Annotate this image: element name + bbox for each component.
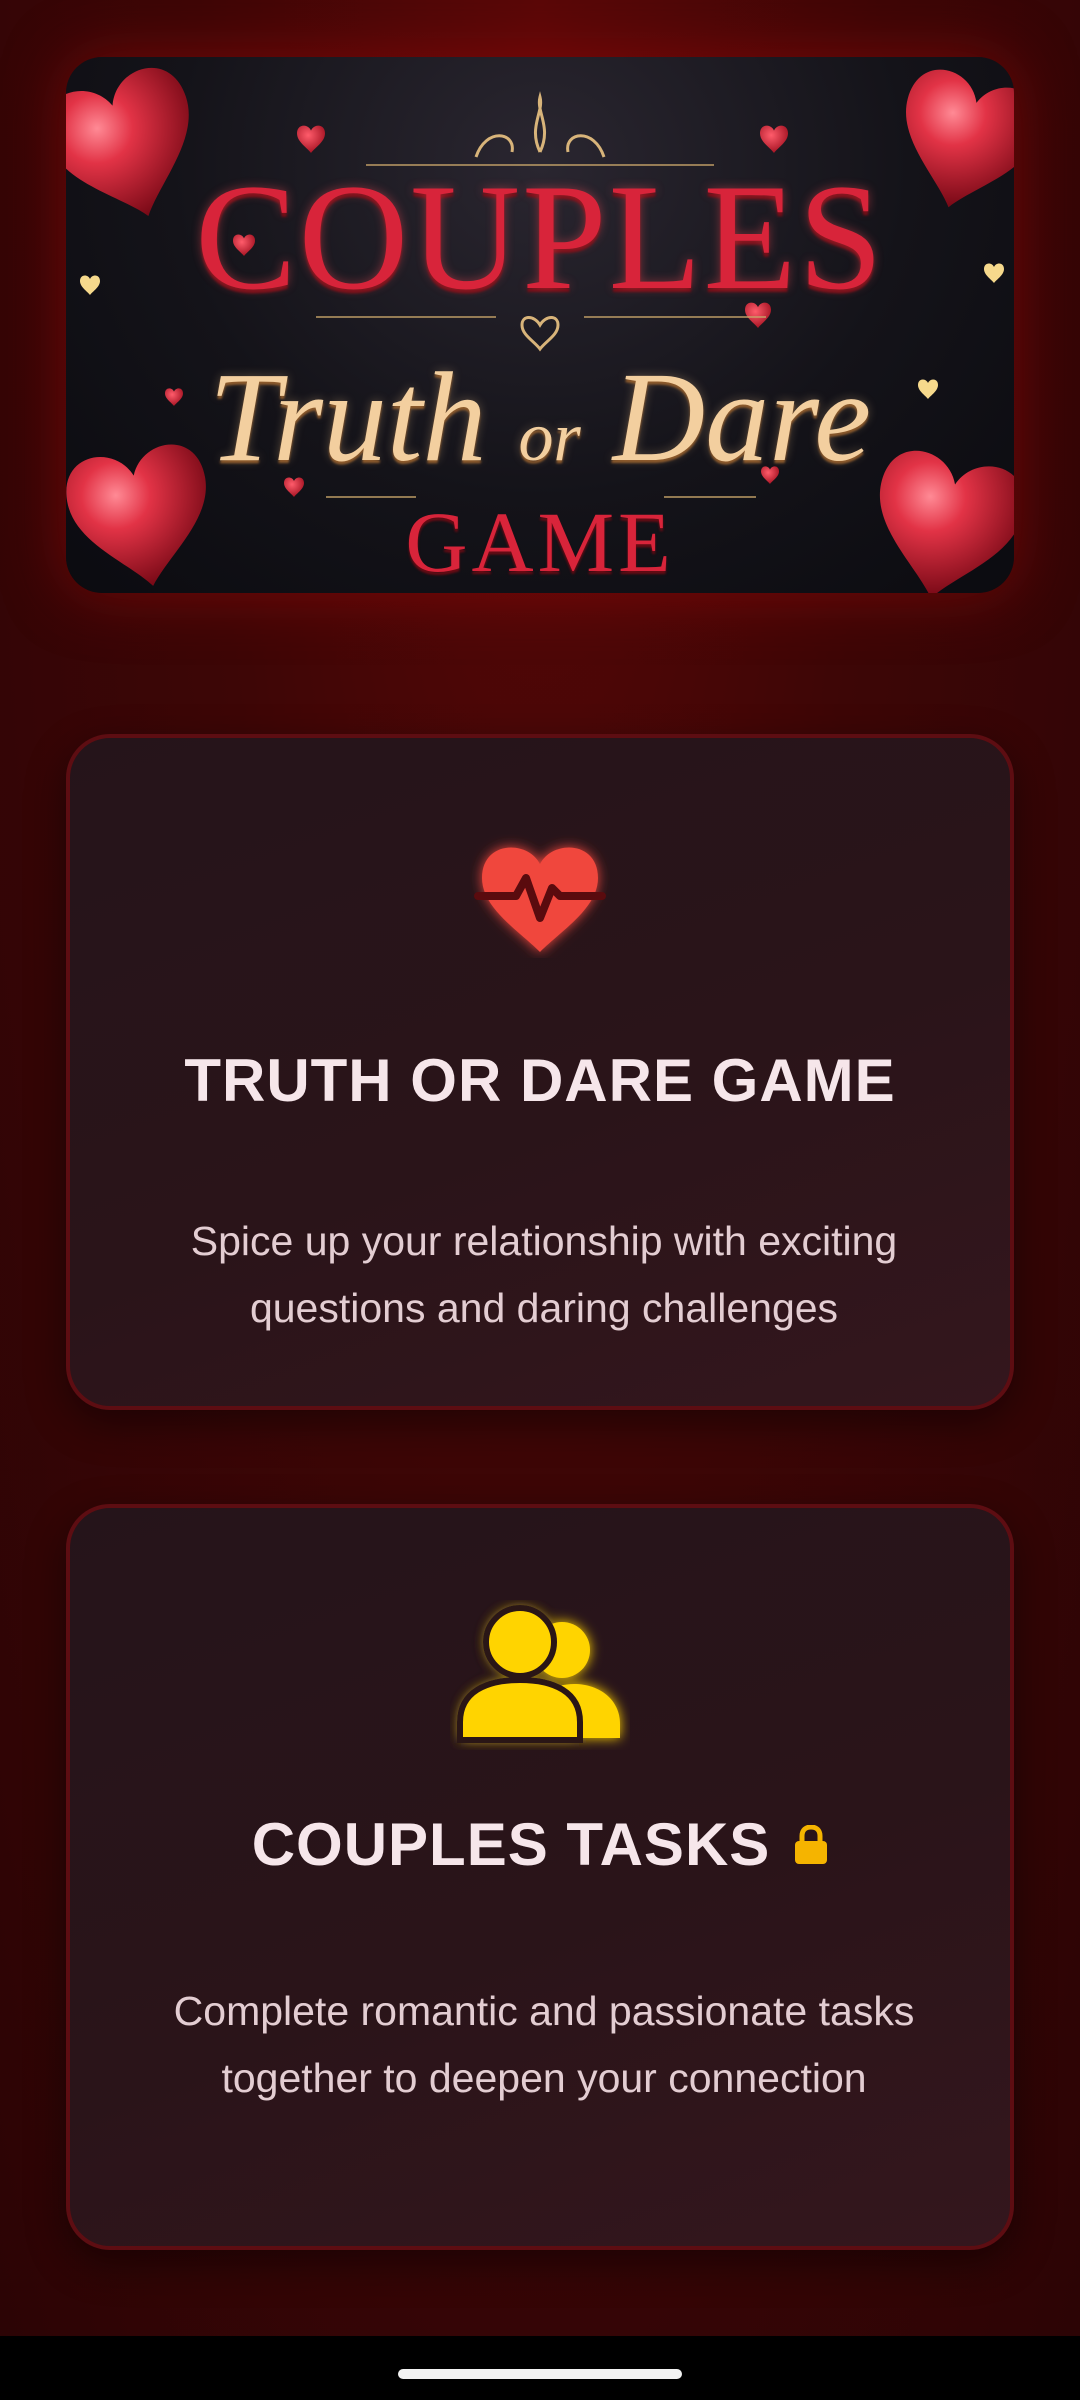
banner-title-truth-or-dare: Truth or Dare [66,352,1014,503]
banner-word-dare: Dare [612,346,872,488]
home-gesture-handle[interactable] [398,2369,682,2379]
heart-pulse-icon [70,834,1010,958]
banner-title-game: GAME [405,494,675,590]
couples-truth-or-dare-banner: COUPLES Truth or Dare GAME [66,57,1014,593]
banner-word-truth: Truth [208,346,487,488]
card-description: Complete romantic and passionate tasks t… [173,1988,915,2101]
system-navigation-bar [0,2336,1080,2400]
couples-tasks-card[interactable]: COUPLES TASKS Complete romantic and pass… [66,1504,1014,2250]
card-title: COUPLES TASKS [251,1811,771,1878]
card-title: TRUTH OR DARE GAME [184,1047,896,1114]
card-description: Spice up your relationship with exciting… [190,1218,898,1331]
truth-or-dare-game-card[interactable]: TRUTH OR DARE GAME Spice up your relatio… [66,734,1014,1410]
banner-title-couples: COUPLES [195,153,885,321]
users-icon [70,1600,1010,1750]
lock-icon [794,1810,828,1880]
app-screen: COUPLES Truth or Dare GAME TRUTH OR DARE… [0,0,1080,2336]
banner-word-or: or [518,399,581,476]
card-title-row: COUPLES TASKS [70,1810,1010,1880]
